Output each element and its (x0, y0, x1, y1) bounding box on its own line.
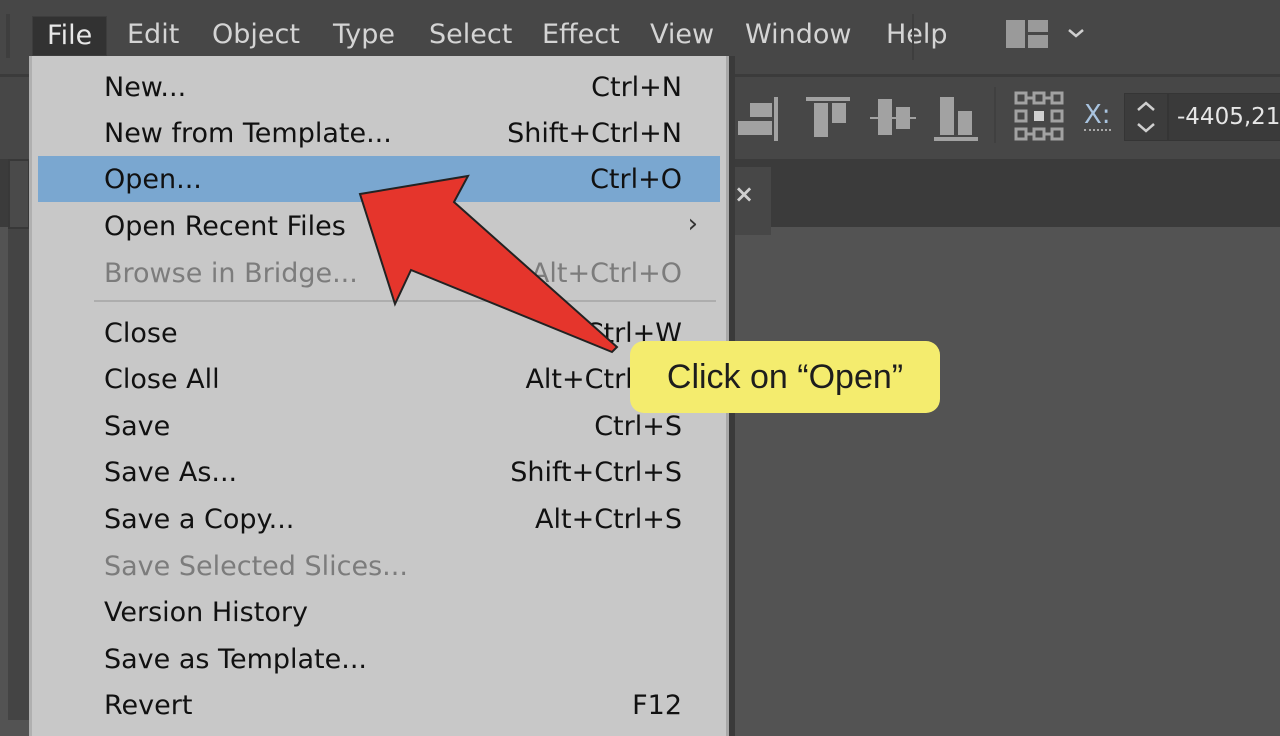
menu-item-save-selected-slices: Save Selected Slices... (38, 543, 720, 589)
menu-item-label: Open... (104, 164, 202, 195)
menu-select[interactable]: Select (427, 16, 514, 54)
menu-item-save[interactable]: Save Ctrl+S (38, 403, 720, 449)
menu-effect[interactable]: Effect (540, 16, 622, 54)
align-right-icon[interactable] (738, 97, 784, 141)
menu-item-label: Open Recent Files (104, 211, 346, 242)
menu-window[interactable]: Window (743, 16, 853, 54)
chevron-down-icon[interactable] (1066, 26, 1086, 40)
menu-item-label: Save As... (104, 457, 238, 488)
close-tab-icon[interactable]: × (734, 180, 754, 208)
menu-item-save-as[interactable]: Save As... Shift+Ctrl+S (38, 449, 720, 495)
align-vertical-center-icon[interactable] (870, 97, 916, 141)
menu-item-shortcut: Ctrl+O (590, 164, 682, 195)
menu-object[interactable]: Object (210, 16, 302, 54)
align-top-icon[interactable] (806, 97, 852, 141)
menu-item-label: Browse in Bridge... (104, 258, 358, 289)
menu-item-shortcut: Alt+Ctrl+O (530, 258, 682, 289)
menu-item-close-all[interactable]: Close All Alt+Ctrl+W (38, 356, 720, 402)
menu-item-close[interactable]: Close Ctrl+W (38, 310, 720, 356)
menu-item-label: Revert (104, 690, 193, 721)
menu-item-save-a-copy[interactable]: Save a Copy... Alt+Ctrl+S (38, 496, 720, 542)
menu-item-label: Save Selected Slices... (104, 551, 408, 582)
menu-item-shortcut: Shift+Ctrl+S (510, 457, 682, 488)
tools-panel-header (8, 159, 30, 229)
menu-item-shortcut: Ctrl+N (591, 72, 682, 103)
x-coordinate-label: X: (1084, 100, 1111, 131)
menu-item-label: New from Template... (104, 118, 392, 149)
instruction-callout: Click on “Open” (630, 341, 940, 413)
menubar-grip (6, 14, 10, 58)
align-bottom-icon[interactable] (934, 97, 980, 141)
menu-item-label: Save (104, 411, 171, 442)
menu-type[interactable]: Type (331, 16, 397, 54)
file-menu-dropdown: New... Ctrl+N New from Template... Shift… (29, 56, 729, 736)
x-stepper[interactable] (1124, 93, 1168, 141)
menu-item-label: New... (104, 72, 187, 103)
controlbar-divider (994, 87, 996, 143)
menu-item-label: Save a Copy... (104, 504, 295, 535)
menu-help[interactable]: Help (884, 16, 950, 54)
menu-item-revert[interactable]: Revert F12 (38, 682, 720, 728)
menu-item-shortcut: Ctrl+S (594, 411, 682, 442)
menu-item-new[interactable]: New... Ctrl+N (38, 64, 720, 110)
menu-item-save-as-template[interactable]: Save as Template... (38, 636, 720, 682)
menu-item-shortcut: F12 (632, 690, 682, 721)
menu-edit[interactable]: Edit (125, 16, 181, 54)
menu-item-label: Save as Template... (104, 644, 367, 675)
menu-item-open[interactable]: Open... Ctrl+O (38, 156, 720, 202)
menu-view[interactable]: View (648, 16, 716, 54)
menu-separator (94, 300, 716, 302)
submenu-arrow-icon: › (687, 209, 698, 239)
menu-item-shortcut: Shift+Ctrl+N (507, 118, 682, 149)
menu-item-label: Version History (104, 597, 308, 628)
menu-item-label: Close All (104, 364, 220, 395)
menu-file[interactable]: File (32, 16, 108, 56)
menu-item-browse-in-bridge: Browse in Bridge... Alt+Ctrl+O (38, 250, 720, 296)
workspace-layout-icon[interactable] (1006, 20, 1048, 48)
menu-item-label: Close (104, 318, 178, 349)
x-coordinate-input[interactable]: -4405,219 (1168, 93, 1280, 141)
menu-item-new-from-template[interactable]: New from Template... Shift+Ctrl+N (38, 110, 720, 156)
menu-item-open-recent-files[interactable]: Open Recent Files › (38, 203, 720, 249)
menu-item-version-history[interactable]: Version History (38, 589, 720, 635)
menubar-divider (912, 14, 914, 60)
menu-item-shortcut: Alt+Ctrl+S (535, 504, 682, 535)
reference-point-icon[interactable] (1014, 91, 1064, 141)
